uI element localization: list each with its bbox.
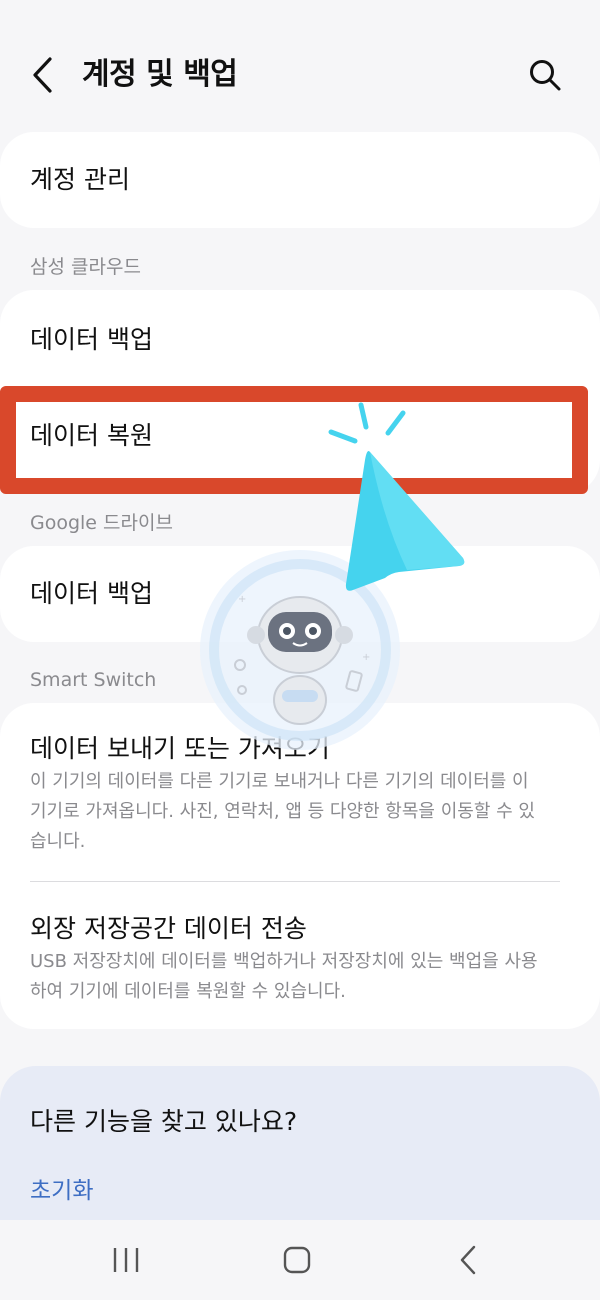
reset-link[interactable]: 초기화 bbox=[30, 1176, 93, 1206]
external-storage-item[interactable]: 외장 저장공간 데이터 전송 USB 저장장치에 데이터를 백업하거나 저장장치… bbox=[0, 883, 600, 1029]
transfer-description: 이 기기의 데이터를 다른 기기로 보내거나 다른 기기의 데이터를 이 기기로… bbox=[30, 771, 535, 852]
app-bar: 계정 및 백업 bbox=[0, 0, 600, 130]
samsung-backup-label[interactable]: 데이터 백업 bbox=[30, 324, 153, 356]
restore-highlight-box[interactable]: 데이터 복원 bbox=[0, 386, 588, 494]
help-title: 다른 기능을 찾고 있나요? bbox=[30, 1107, 298, 1136]
google-backup-label: 데이터 백업 bbox=[30, 579, 153, 608]
account-manage-label: 계정 관리 bbox=[30, 165, 130, 194]
search-button[interactable] bbox=[522, 52, 568, 98]
external-storage-description: USB 저장장치에 데이터를 백업하거나 저장장치에 있는 백업을 사용하여 기… bbox=[30, 951, 538, 1002]
recents-button[interactable] bbox=[96, 1238, 156, 1282]
svg-text:+: + bbox=[362, 652, 370, 663]
account-manage-item[interactable]: 계정 관리 bbox=[0, 132, 600, 228]
external-storage-title: 외장 저장공간 데이터 전송 bbox=[30, 914, 307, 943]
recents-icon bbox=[113, 1248, 139, 1272]
nav-back-icon bbox=[460, 1245, 476, 1275]
chevron-left-icon bbox=[33, 57, 52, 93]
nav-back-button[interactable] bbox=[438, 1238, 498, 1282]
help-card bbox=[0, 1066, 600, 1246]
transfer-item[interactable]: 데이터 보내기 또는 가져오기 이 기기의 데이터를 다른 기기로 보내거나 다… bbox=[0, 703, 600, 879]
section-label-samsung-cloud: 삼성 클라우드 bbox=[30, 256, 141, 278]
section-label-google-drive: Google 드라이브 bbox=[30, 512, 173, 534]
smart-switch-card: 데이터 보내기 또는 가져오기 이 기기의 데이터를 다른 기기로 보내거나 다… bbox=[0, 703, 600, 1029]
section-label-smart-switch: Smart Switch bbox=[30, 669, 157, 691]
back-button[interactable] bbox=[22, 52, 62, 98]
search-icon bbox=[530, 60, 561, 91]
home-icon bbox=[283, 1246, 311, 1274]
google-backup-item[interactable]: 데이터 백업 bbox=[0, 546, 600, 642]
page-title: 계정 및 백업 bbox=[82, 57, 238, 92]
divider bbox=[30, 881, 560, 882]
home-button[interactable] bbox=[267, 1238, 327, 1282]
samsung-restore-label[interactable]: 데이터 복원 bbox=[30, 420, 153, 452]
transfer-title: 데이터 보내기 또는 가져오기 bbox=[30, 734, 330, 763]
